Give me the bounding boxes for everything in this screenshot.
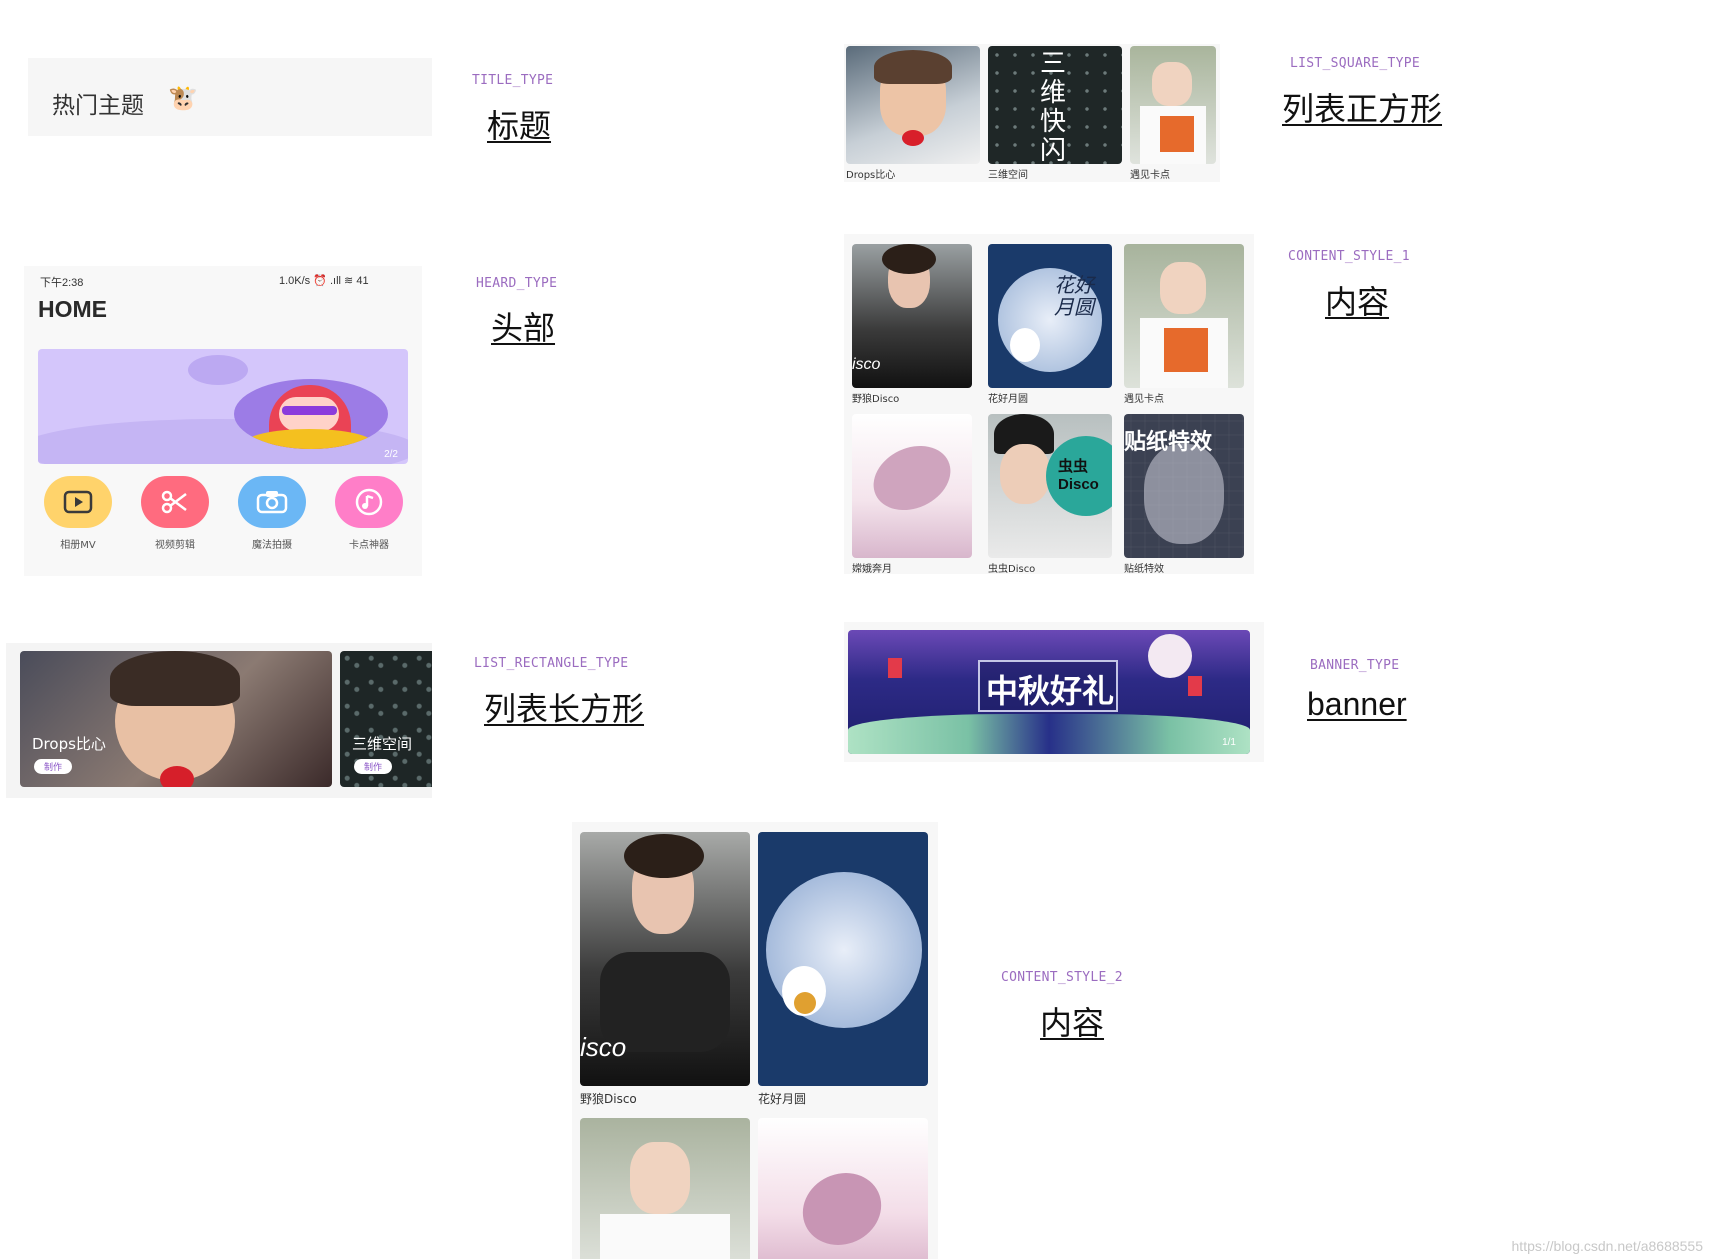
beat-sync-label: 卡点神器: [349, 540, 389, 551]
content1-caption: 虫虫Disco: [988, 564, 1036, 575]
square-overlay-text: 三维快闪: [1040, 49, 1067, 165]
content1-item-moon[interactable]: 花好月圆: [988, 244, 1112, 388]
header-type-cn: 头部: [491, 309, 556, 347]
content2-caption: 花好月圆: [758, 1092, 807, 1106]
list-square-label: LIST_SQUARE_TYPE: [1290, 56, 1421, 71]
banner-type-cn: banner: [1307, 686, 1407, 722]
content-style-1-sample: isco 野狼Disco 花好月圆 花好月圆 遇见卡点 嫦娥奔月 虫虫 Disc…: [844, 234, 1254, 575]
title-type-cn: 标题: [487, 107, 552, 145]
list-square-sample: Drops比心 三维快闪 三维空间 遇见卡点: [844, 44, 1220, 182]
content2-overlay-disco: isco: [580, 1032, 627, 1062]
banner-title: 中秋好礼: [986, 672, 1115, 710]
header-type-sample: 下午2:38 1.0K/s ⏰ .ıll ≋ 41 HOME 2/2 相册MV …: [24, 266, 422, 576]
status-time: 下午2:38: [40, 277, 84, 289]
rect-item-3d[interactable]: 三维空间 制作: [340, 651, 432, 787]
content2-item-disco[interactable]: isco: [580, 832, 750, 1086]
content1-overlay-sticker: 贴纸特效: [1124, 429, 1213, 454]
banner-pager: 2/2: [384, 449, 398, 460]
content1-item-change[interactable]: [852, 414, 972, 558]
content1-item-meet[interactable]: [1124, 244, 1244, 388]
content-style-2-cn: 内容: [1040, 1004, 1105, 1042]
list-rect-sample: Drops比心 制作 三维空间 制作: [6, 643, 432, 798]
section-header-text: 热门主题: [52, 93, 144, 119]
content2-item-moon[interactable]: [758, 832, 928, 1086]
content1-caption: 花好月圆: [988, 394, 1028, 405]
content1-item-bug[interactable]: 虫虫 Disco: [988, 414, 1112, 558]
status-right: 1.0K/s ⏰ .ıll ≋ 41: [279, 275, 369, 287]
magic-camera-label: 魔法拍摄: [252, 540, 292, 551]
make-button[interactable]: 制作: [34, 759, 73, 774]
header-banner[interactable]: 2/2: [38, 349, 408, 464]
banner-type-sample: 中秋好礼 1/1: [844, 622, 1264, 762]
magic-camera-button[interactable]: [238, 476, 306, 528]
content2-item-change[interactable]: [758, 1118, 928, 1259]
music-icon: [355, 488, 383, 516]
content1-caption: 嫦娥奔月: [852, 564, 892, 575]
rect-item-title: 三维空间: [352, 735, 413, 753]
content-style-2-sample: isco 野狼Disco 花好月圆: [572, 822, 938, 1259]
header-type-label: HEARD_TYPE: [476, 276, 558, 291]
title-type-sample: 热门主题 🐮: [28, 58, 432, 136]
content1-caption: 遇见卡点: [1124, 394, 1164, 405]
avatar-illustration: [234, 379, 388, 449]
play-icon: [63, 490, 93, 514]
watermark: https://blog.csdn.net/a8688555: [1511, 1238, 1703, 1254]
square-item-caption: 三维空间: [988, 170, 1028, 181]
content1-overlay-disco: isco: [852, 356, 881, 373]
content1-overlay-bug: 虫虫 Disco: [1058, 458, 1099, 493]
square-item-caption: 遇见卡点: [1130, 170, 1170, 181]
square-item-caption: Drops比心: [846, 170, 896, 181]
content-style-1-label: CONTENT_STYLE_1: [1288, 249, 1410, 264]
scissors-icon: [161, 490, 187, 514]
rect-item-title: Drops比心: [32, 735, 106, 753]
square-item-meet[interactable]: [1130, 46, 1216, 164]
content2-caption: 野狼Disco: [580, 1092, 637, 1106]
list-rect-cn: 列表长方形: [484, 690, 645, 728]
content1-overlay-moon: 花好月圆: [1054, 273, 1094, 319]
make-button[interactable]: 制作: [354, 759, 393, 774]
title-type-label: TITLE_TYPE: [472, 73, 554, 88]
home-title: HOME: [38, 296, 107, 322]
content1-caption: 贴纸特效: [1124, 564, 1164, 575]
content1-item-disco[interactable]: isco: [852, 244, 972, 388]
square-item-drops[interactable]: [846, 46, 980, 164]
content2-item-meet[interactable]: [580, 1118, 750, 1259]
content-style-1-cn: 内容: [1325, 283, 1390, 321]
list-square-cn: 列表正方形: [1282, 90, 1443, 128]
square-item-3d[interactable]: 三维快闪: [988, 46, 1122, 164]
album-mv-label: 相册MV: [60, 540, 96, 551]
video-edit-label: 视频剪辑: [155, 540, 195, 551]
banner-type-label: BANNER_TYPE: [1310, 658, 1400, 673]
camera-icon: [256, 491, 288, 514]
banner-pager: 1/1: [1222, 737, 1236, 748]
banner-image[interactable]: 中秋好礼 1/1: [848, 630, 1250, 754]
content-style-2-label: CONTENT_STYLE_2: [1001, 970, 1123, 985]
content1-item-sticker[interactable]: 贴纸特效: [1124, 414, 1244, 558]
album-mv-button[interactable]: [44, 476, 112, 528]
beat-sync-button[interactable]: [335, 476, 403, 528]
list-rect-label: LIST_RECTANGLE_TYPE: [474, 656, 629, 671]
cow-emoji-icon: 🐮: [168, 85, 198, 112]
rect-item-drops[interactable]: Drops比心 制作: [20, 651, 332, 787]
video-edit-button[interactable]: [141, 476, 209, 528]
content1-caption: 野狼Disco: [852, 394, 900, 405]
